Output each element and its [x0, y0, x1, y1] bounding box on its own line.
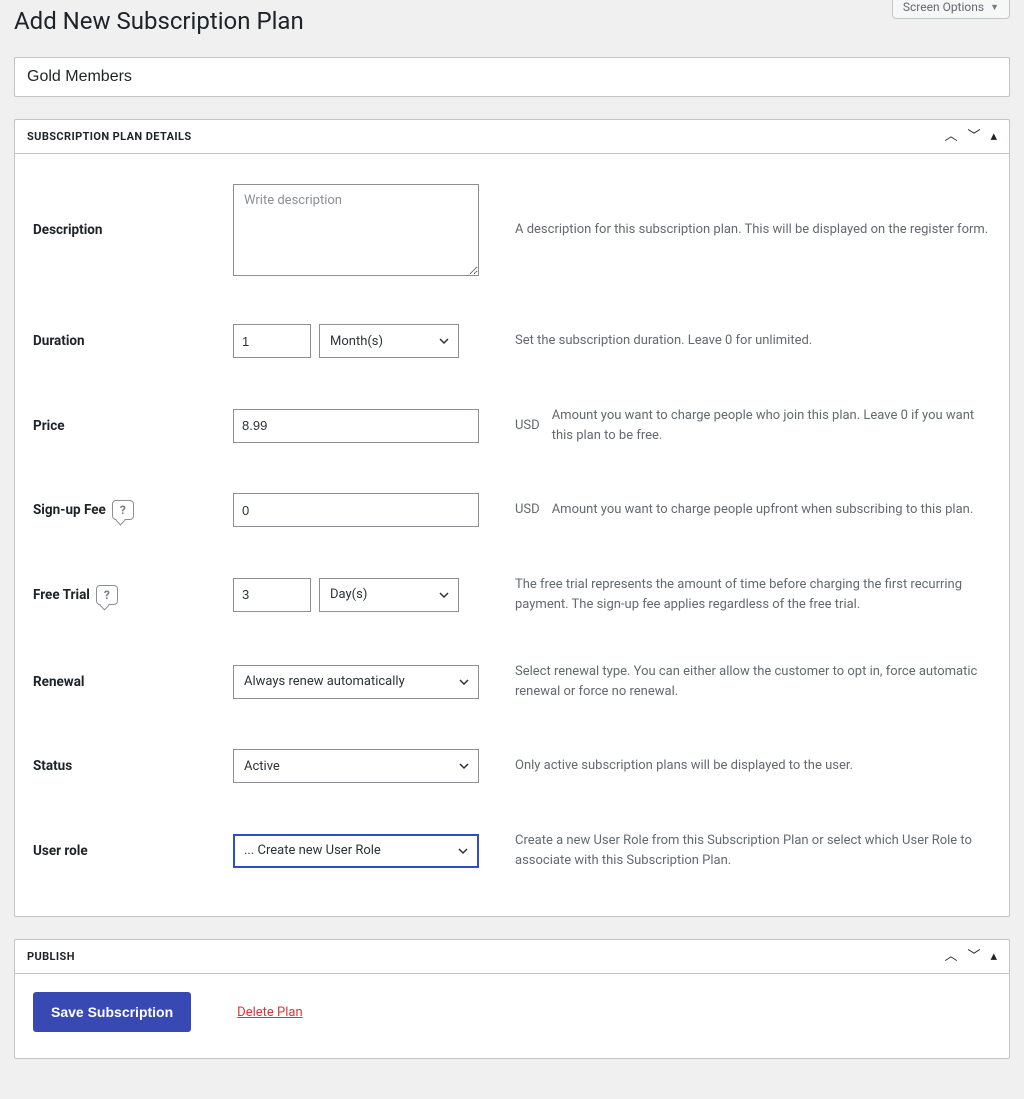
help-icon[interactable]: ? — [112, 500, 134, 520]
help-icon[interactable]: ? — [96, 585, 118, 605]
plan-title-input[interactable] — [14, 57, 1010, 97]
publish-panel-title: PUBLISH — [27, 950, 75, 963]
duration-hint: Set the subscription duration. Leave 0 f… — [515, 331, 812, 351]
chevron-down-icon — [457, 845, 469, 857]
screen-options-toggle[interactable]: Screen Options ▼ — [892, 0, 1010, 19]
signup-fee-hint: Amount you want to charge people upfront… — [552, 500, 974, 520]
price-hint: Amount you want to charge people who joi… — [552, 406, 991, 445]
free-trial-unit-value: Day(s) — [330, 587, 367, 602]
chevron-down-icon — [438, 589, 450, 601]
user-role-select[interactable]: ... Create new User Role — [233, 834, 479, 868]
duration-input[interactable] — [233, 324, 311, 358]
publish-panel-header: PUBLISH ︿ ﹀ ▴ — [15, 940, 1009, 974]
renewal-label: Renewal — [33, 674, 233, 690]
move-up-icon[interactable]: ︿ — [944, 950, 957, 963]
publish-panel: PUBLISH ︿ ﹀ ▴ Save Subscription Delete P… — [14, 939, 1010, 1059]
free-trial-input[interactable] — [233, 578, 311, 612]
signup-fee-label: Sign-up Fee — [33, 502, 106, 518]
screen-options-label: Screen Options — [903, 0, 984, 14]
details-panel-header: SUBSCRIPTION PLAN DETAILS ︿ ﹀ ▴ — [15, 120, 1009, 154]
renewal-value: Always renew automatically — [244, 674, 405, 689]
user-role-label: User role — [33, 843, 233, 859]
description-textarea[interactable] — [233, 184, 479, 276]
status-value: Active — [244, 759, 280, 774]
collapse-icon[interactable]: ▴ — [990, 950, 997, 963]
renewal-select[interactable]: Always renew automatically — [233, 665, 479, 699]
signup-fee-input[interactable] — [233, 493, 479, 527]
details-panel-title: SUBSCRIPTION PLAN DETAILS — [27, 130, 192, 143]
save-subscription-button[interactable]: Save Subscription — [33, 992, 191, 1032]
duration-label: Duration — [33, 333, 233, 349]
renewal-hint: Select renewal type. You can either allo… — [515, 662, 991, 701]
chevron-down-icon — [438, 335, 450, 347]
duration-unit-select[interactable]: Month(s) — [319, 324, 459, 358]
status-label: Status — [33, 758, 233, 774]
description-hint: A description for this subscription plan… — [515, 220, 988, 240]
price-label: Price — [33, 418, 233, 434]
details-panel: SUBSCRIPTION PLAN DETAILS ︿ ﹀ ▴ Descript… — [14, 119, 1010, 917]
move-up-icon[interactable]: ︿ — [944, 130, 957, 143]
status-select[interactable]: Active — [233, 749, 479, 783]
user-role-value: ... Create new User Role — [244, 843, 381, 858]
free-trial-unit-select[interactable]: Day(s) — [319, 578, 459, 612]
chevron-down-icon — [458, 676, 470, 688]
panel-handle-actions: ︿ ﹀ ▴ — [944, 130, 997, 143]
status-hint: Only active subscription plans will be d… — [515, 756, 853, 776]
delete-plan-link[interactable]: Delete Plan — [237, 1005, 302, 1020]
collapse-icon[interactable]: ▴ — [990, 130, 997, 143]
panel-handle-actions: ︿ ﹀ ▴ — [944, 950, 997, 963]
page-title: Add New Subscription Plan — [14, 6, 304, 37]
signup-fee-currency: USD — [515, 500, 540, 520]
move-down-icon[interactable]: ﹀ — [967, 950, 980, 963]
duration-unit-value: Month(s) — [330, 334, 383, 349]
chevron-down-icon — [458, 760, 470, 772]
price-input[interactable] — [233, 409, 479, 443]
free-trial-hint: The free trial represents the amount of … — [515, 575, 991, 614]
description-label: Description — [33, 222, 233, 238]
move-down-icon[interactable]: ﹀ — [967, 130, 980, 143]
user-role-hint: Create a new User Role from this Subscri… — [515, 831, 991, 870]
price-currency: USD — [515, 416, 540, 436]
free-trial-label: Free Trial — [33, 587, 90, 603]
chevron-down-icon: ▼ — [990, 2, 999, 13]
